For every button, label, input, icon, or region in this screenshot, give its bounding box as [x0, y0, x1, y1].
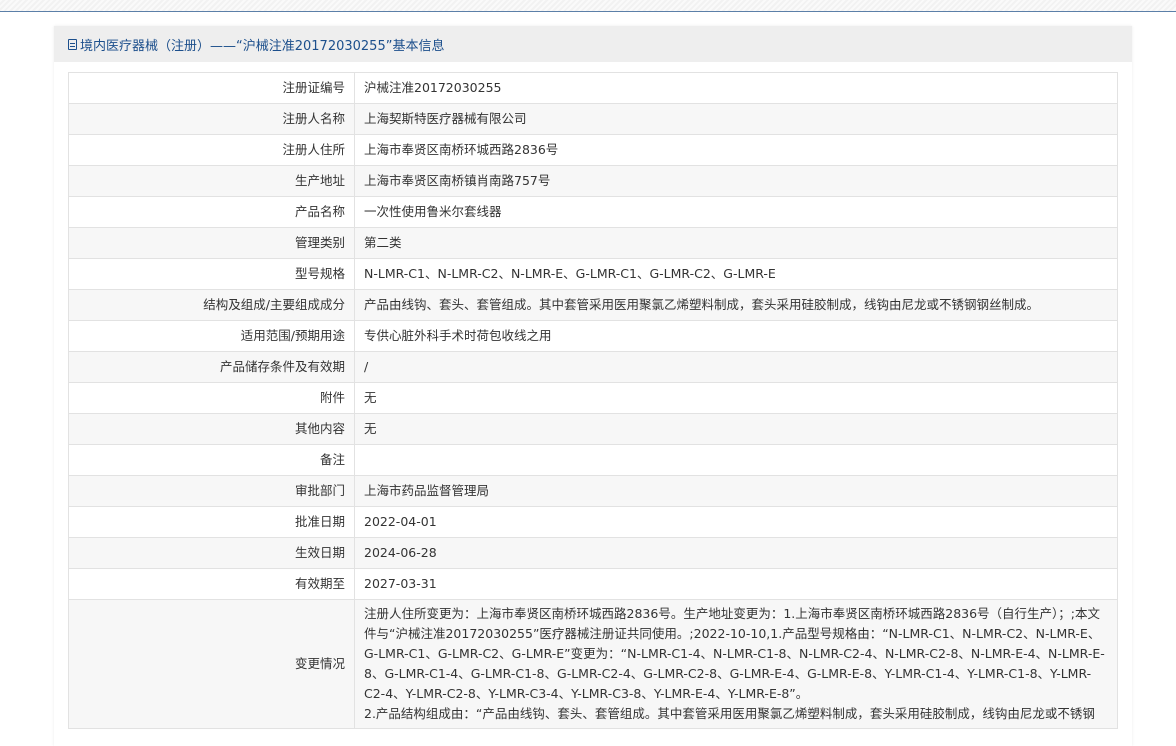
row-label: 附件 [68, 382, 355, 414]
table-row-approval-date: 批准日期 2022-04-01 [68, 506, 1118, 538]
table-row-valid-until: 有效期至 2027-03-31 [68, 568, 1118, 600]
row-label: 注册人名称 [68, 103, 355, 135]
row-value: 产品由线钩、套头、套管组成。其中套管采用医用聚氯乙烯塑料制成，套头采用硅胶制成，… [354, 289, 1118, 321]
document-icon [68, 38, 77, 50]
row-value: 无 [354, 382, 1118, 414]
panel-title: 境内医疗器械（注册）——“沪械注准20172030255”基本信息 [80, 38, 445, 54]
table-row-registrant-name: 注册人名称 上海契斯特医疗器械有限公司 [68, 103, 1118, 135]
row-label: 生产地址 [68, 165, 355, 197]
change-history-text: 注册人住所变更为：上海市奉贤区南桥环城西路2836号。生产地址变更为：1.上海市… [354, 599, 1118, 729]
row-label: 结构及组成/主要组成成分 [68, 289, 355, 321]
row-value: N-LMR-C1、N-LMR-C2、N-LMR-E、G-LMR-C1、G-LMR… [354, 258, 1118, 290]
table-row-effective-date: 生效日期 2024-06-28 [68, 537, 1118, 569]
row-label: 产品储存条件及有效期 [68, 351, 355, 383]
row-value: 上海市奉贤区南桥环城西路2836号 [354, 134, 1118, 166]
panel-header: 境内医疗器械（注册）——“沪械注准20172030255”基本信息 [54, 26, 1132, 62]
row-value: 2022-04-01 [354, 506, 1118, 538]
row-label: 有效期至 [68, 568, 355, 600]
row-value: 2027-03-31 [354, 568, 1118, 600]
row-value: 无 [354, 413, 1118, 445]
row-value: / [354, 351, 1118, 383]
table-row-management-category: 管理类别 第二类 [68, 227, 1118, 259]
row-label: 批准日期 [68, 506, 355, 538]
info-panel: 境内医疗器械（注册）——“沪械注准20172030255”基本信息 注册证编号沪… [54, 26, 1132, 746]
row-label: 产品名称 [68, 196, 355, 228]
row-label: 备注 [68, 444, 355, 476]
row-label: 审批部门 [68, 475, 355, 507]
row-value: 上海市奉贤区南桥镇肖南路757号 [354, 165, 1118, 197]
row-value: 2024-06-28 [354, 537, 1118, 569]
row-value: 沪械注准20172030255 [354, 72, 1118, 104]
table-row-change-history: 变更情况 注册人住所变更为：上海市奉贤区南桥环城西路2836号。生产地址变更为：1… [68, 599, 1118, 729]
table-row-remarks: 备注 [68, 444, 1118, 476]
change-entry: 2.产品结构组成由：“产品由线钩、套头、套管组成。其中套管采用医用聚氯乙烯塑料制… [364, 706, 1095, 721]
table-row-model-spec: 型号规格 N-LMR-C1、N-LMR-C2、N-LMR-E、G-LMR-C1、G… [68, 258, 1118, 290]
row-label: 变更情况 [68, 599, 355, 729]
row-label: 管理类别 [68, 227, 355, 259]
row-label: 型号规格 [68, 258, 355, 290]
row-label: 注册人住所 [68, 134, 355, 166]
row-label: 其他内容 [68, 413, 355, 445]
table-row-registration-number: 注册证编号 沪械注准20172030255 [68, 72, 1118, 104]
table-row-product-name: 产品名称 一次性使用鲁米尔套线器 [68, 196, 1118, 228]
table-row-registrant-address: 注册人住所 上海市奉贤区南桥环城西路2836号 [68, 134, 1118, 166]
row-value: 第二类 [354, 227, 1118, 259]
table-row-production-address: 生产地址 上海市奉贤区南桥镇肖南路757号 [68, 165, 1118, 197]
row-value: 专供心脏外科手术时荷包收线之用 [354, 320, 1118, 352]
table-row-scope-of-use: 适用范围/预期用途 专供心脏外科手术时荷包收线之用 [68, 320, 1118, 352]
row-label: 适用范围/预期用途 [68, 320, 355, 352]
table-row-structure-composition: 结构及组成/主要组成成分 产品由线钩、套头、套管组成。其中套管采用医用聚氯乙烯塑料… [68, 289, 1118, 321]
row-value [354, 444, 1118, 476]
row-value: 上海市药品监督管理局 [354, 475, 1118, 507]
table-row-approval-department: 审批部门 上海市药品监督管理局 [68, 475, 1118, 507]
table-row-attachments: 附件无 [68, 382, 1118, 414]
row-value: 一次性使用鲁米尔套线器 [354, 196, 1118, 228]
row-label: 生效日期 [68, 537, 355, 569]
row-label: 注册证编号 [68, 72, 355, 104]
top-divider [0, 0, 1176, 12]
change-entry: 注册人住所变更为：上海市奉贤区南桥环城西路2836号。生产地址变更为：1.上海市… [364, 606, 1105, 701]
table-row-other-content: 其他内容无 [68, 413, 1118, 445]
row-value: 上海契斯特医疗器械有限公司 [354, 103, 1118, 135]
table-row-storage-conditions: 产品储存条件及有效期 / [68, 351, 1118, 383]
info-table: 注册证编号 沪械注准20172030255 注册人名称 上海契斯特医疗器械有限公司 注册… [68, 72, 1118, 729]
